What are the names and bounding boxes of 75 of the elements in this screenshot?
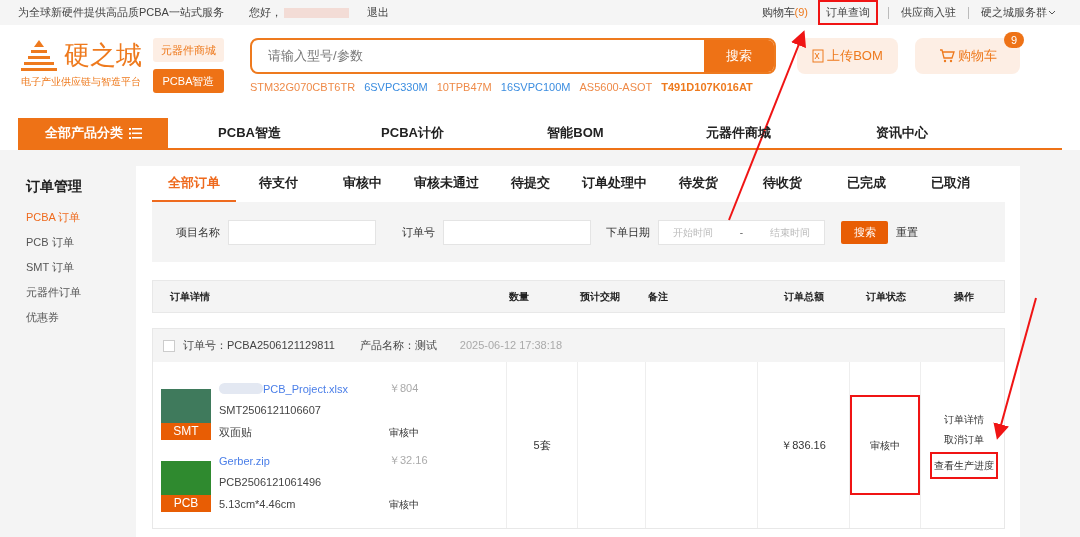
input-field[interactable] [228,219,376,245]
order-tab[interactable]: 待收货 [740,166,824,202]
logo-tagline: 电子产业供应链与智造平台 [20,75,141,89]
menu-icon [128,127,142,139]
product-type-label: SMT [161,423,211,440]
item-spec: 5.13cm*4.46cm [219,496,297,512]
logo-icon [19,38,58,72]
top-link[interactable]: 购物车(9) [755,2,814,23]
column-header: 订单状态 [864,290,907,304]
item-price: ￥32.16 [389,453,428,468]
order-action-link[interactable]: 订单详情 [941,411,986,427]
column-header: 订单详情 [169,290,211,304]
top-link[interactable]: 供应商入驻 [895,2,962,23]
cart-icon [938,49,955,63]
column-header: 预计交期 [579,290,621,304]
logout-link[interactable]: 退出 [366,4,389,21]
order-tab[interactable]: 已取消 [908,166,992,202]
column-header: 订单总额 [783,290,825,304]
reset-link[interactable]: 重置 [896,223,918,241]
sidebar-item[interactable]: 元器件订单 [26,280,136,305]
product-type-label: PCB [161,495,211,512]
filter-label: 订单号 [402,224,435,240]
date-range-field[interactable]: 开始时间 - 结束时间 [658,219,825,245]
order-tab[interactable]: 待支付 [236,166,320,202]
file-link[interactable]: PCB_Project.xlsx [263,380,348,397]
nav-link[interactable]: 资讯中心 [820,118,983,148]
input-field[interactable] [443,219,591,245]
order-action-link[interactable]: 取消订单 [941,431,986,447]
nav-link[interactable]: 智能BOM [494,118,657,148]
hot-keyword-link[interactable]: 6SVPC330M [364,79,428,96]
item-code: SMT2506121106607 [219,403,322,418]
order-time: 2025-06-12 17:38:18 [459,338,562,354]
order-total: ￥836.16 [781,437,826,453]
order-number: 订单号：PCBA2506121129811 [183,338,335,354]
top-link[interactable]: 订单查询 [818,0,878,25]
item-code: PCB2506121061496 [219,475,323,490]
file-link[interactable]: Gerber.zip [219,452,270,469]
slogan: 为全球新硬件提供高品质PCBA一站式服务 [18,5,224,21]
item-spec: 双面贴 [219,424,253,440]
order-action-link[interactable]: 查看生产进度 [929,451,998,479]
filter-label: 下单日期 [606,224,650,240]
circuit-board-photo [161,461,211,495]
item-status: 审核中 [389,498,420,512]
item-price: ￥804 [389,381,419,396]
item-status: 审核中 [389,426,419,440]
order-tab[interactable]: 已完成 [824,166,908,202]
checkbox[interactable] [163,339,175,352]
search-button[interactable]: 搜索 [841,220,888,244]
column-header: 操作 [952,290,975,304]
filter-label: 项目名称 [176,224,220,240]
blurred-username [283,7,349,18]
quantity: 5套 [533,437,551,453]
order-tab[interactable]: 待提交 [488,166,572,202]
nav-link[interactable]: PCBA智造 [168,118,331,148]
column-header: 数量 [508,290,530,304]
order-tab[interactable]: 待发货 [656,166,740,202]
cart-count-badge: 9 [1004,32,1024,48]
sidebar-item[interactable]: SMT 订单 [26,255,136,280]
hot-keyword-link[interactable]: 16SVPC100M [500,79,571,96]
logo-name: 硬之城 [63,39,142,72]
column-header: 备注 [647,290,669,304]
order-status: 审核中 [850,395,920,495]
spreadsheet-icon [812,49,825,63]
sidebar-item[interactable]: PCB 订单 [26,230,136,255]
search-input[interactable]: 请输入型号/参数 [252,40,704,72]
top-link[interactable]: 硬之城服务群 [975,2,1062,23]
order-tab[interactable]: 订单处理中 [572,166,656,202]
product-name: 产品名称：测试 [359,338,437,354]
greeting: 您好， [248,5,282,21]
sidebar-item[interactable]: 优惠券 [26,305,136,330]
order-tab[interactable]: 审核中 [320,166,404,202]
sidebar-title: 订单管理 [26,177,83,196]
circuit-board-photo [161,389,211,423]
nav-link[interactable]: PCBA计价 [331,118,494,148]
order-tab[interactable]: 审核未通过 [404,166,488,202]
